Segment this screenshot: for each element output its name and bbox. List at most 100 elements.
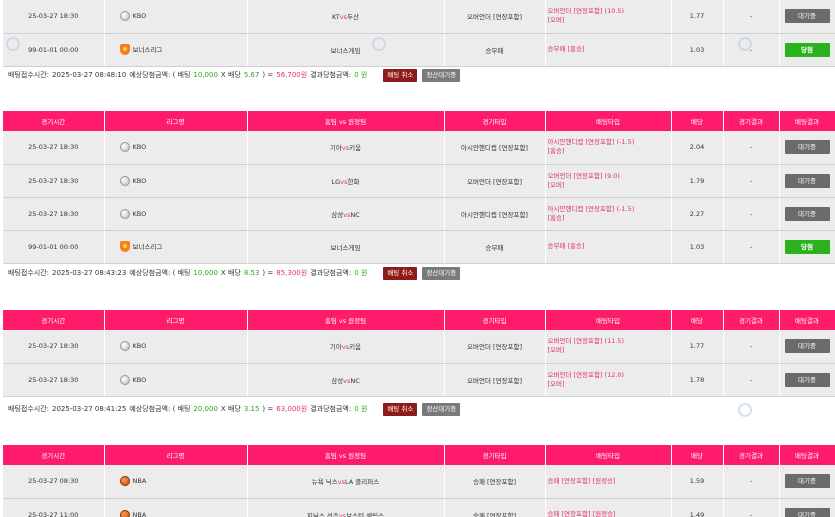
vs-label: vs (339, 13, 347, 22)
bet-slip-1-table: 25-03-27 18:30 KBO KTvs두산 오버언더 [연장포함] 오버언더 [… (3, 0, 835, 67)
total-odds-value: 8.53 (243, 269, 260, 277)
header-time: 경기시간 (3, 310, 105, 330)
league-name: KBO (104, 131, 248, 165)
bet-result-cell: 대기중 (779, 0, 835, 34)
header-row: 경기시간 리그명 홈팀 vs 원정팀 경기타입 배팅타입 배당 경기결과 배팅결과 (3, 310, 835, 330)
game-type: 오버언더 [연장포함] (444, 0, 546, 34)
header-bet-result: 배팅결과 (779, 310, 835, 330)
basketball-icon (119, 476, 130, 487)
header-game-type: 경기타입 (444, 445, 546, 465)
home-team: 삼성 (331, 376, 344, 385)
bet-type: 승패 [연장포함] [원정승] (545, 465, 672, 499)
header-odds: 배당 (671, 445, 724, 465)
expected-amount: 63,000원 (276, 405, 308, 413)
match-teams: KTvs두산 (247, 0, 445, 34)
header-time: 경기시간 (3, 111, 105, 131)
waiting-button[interactable]: 대기중 (784, 140, 830, 155)
x-label: X 배당 (220, 405, 241, 413)
match-teams: 보너스게임 (247, 230, 445, 264)
away-team: 한화 (347, 177, 360, 186)
x-label: X 배당 (220, 71, 241, 79)
waiting-button[interactable]: 대기중 (784, 9, 830, 24)
bet-time-label: 배팅접수시간: (8, 405, 49, 413)
stake-value: 20,000 (193, 405, 218, 413)
league-label: KBO (132, 143, 147, 152)
game-result: - (723, 164, 780, 198)
game-type: 아시안핸디캡 [연장포함] (444, 197, 546, 231)
home-team: 뉴욕 닉스 (311, 478, 338, 487)
settle-pending-button[interactable]: 정산대기중 (422, 402, 461, 416)
bet-result-cell: 대기중 (779, 465, 835, 499)
result-amount: 0 원 (354, 71, 368, 79)
header-time: 경기시간 (3, 445, 105, 465)
waiting-button[interactable]: 대기중 (784, 173, 830, 188)
match-teams: 삼성vsNC (247, 197, 445, 231)
game-time: 25-03-27 08:30 (3, 465, 105, 499)
watermark-icon (6, 37, 20, 51)
settle-pending-button[interactable]: 정산대기중 (422, 266, 461, 280)
away-team: NC (350, 376, 360, 385)
bet-type: 오버언더 [연장포함] (11.5) [오버] (545, 330, 672, 364)
game-type: 승무패 (444, 33, 546, 67)
bet-slip-1-summary: 배팅접수시간: 2025-03-27 08:48:10 예상당첨금액: ( 배팅 10… (8, 68, 461, 82)
game-type: 승패 [연장포함] (444, 465, 546, 499)
header-odds: 배당 (671, 111, 724, 131)
settle-pending-button[interactable]: 정산대기중 (422, 68, 461, 82)
odds: 1.77 (671, 0, 724, 34)
table-row: 25-03-27 18:30 KBO 삼성vsNC 오버언더 [연장포함] 오버언더 [… (3, 363, 835, 397)
league-label: KBO (132, 176, 147, 185)
table-row: 99-01-01 00:00 보너스리그 보너스게임 승무패 승무패 [홈승] 1.03-… (3, 33, 835, 67)
odds: 1.03 (671, 230, 724, 264)
header-league: 리그명 (104, 310, 248, 330)
watermark-icon (738, 37, 752, 51)
match-teams: 기아vs키움 (247, 131, 445, 165)
bet-type: 승무패 [홈승] (545, 230, 672, 264)
waiting-button[interactable]: 대기중 (784, 206, 830, 221)
cancel-bet-button[interactable]: 배팅 취소 (383, 402, 418, 416)
game-result: - (723, 330, 780, 364)
baseball-icon (119, 341, 130, 352)
bet-pick: [오버] (547, 346, 565, 355)
bet-result-cell: 대기중 (779, 498, 835, 517)
x-label: X 배당 (220, 269, 241, 277)
win-badge[interactable]: 당첨 (784, 239, 830, 254)
cancel-bet-button[interactable]: 배팅 취소 (383, 266, 418, 280)
table-row: 99-01-01 00:00 보너스리그 보너스게임 승무패 승무패 [홈승] 1.03-… (3, 230, 835, 264)
bet-slip-4-table: 경기시간 리그명 홈팀 vs 원정팀 경기타입 배팅타입 배당 경기결과 배팅결과 25-03… (3, 445, 835, 517)
watermark-icon (738, 403, 752, 417)
cancel-bet-button[interactable]: 배팅 취소 (383, 68, 418, 82)
waiting-button[interactable]: 대기중 (784, 372, 830, 387)
league-label: KBO (132, 342, 147, 351)
bet-pick: [오버] (547, 379, 565, 388)
waiting-button[interactable]: 대기중 (784, 339, 830, 354)
game-type: 오버언더 [연장포함] (444, 363, 546, 397)
away-team: LA 클리퍼스 (345, 478, 380, 487)
odds: 1.59 (671, 465, 724, 499)
header-match: 홈팀 vs 원정팀 (247, 445, 445, 465)
total-odds-value: 5.67 (243, 71, 260, 79)
bet-type: 아시안핸디캡 [연장포함] (-1.5) [홈승] (545, 131, 672, 165)
bet-type-line: 아시안핸디캡 [연장포함] (-1.5) (547, 138, 635, 147)
table-row: 25-03-27 18:30 KBO 기아vs키움 오버언더 [연장포함] 오버언더 [… (3, 330, 835, 364)
baseball-icon (119, 142, 130, 153)
bet-time-label: 배팅접수시간: (8, 269, 49, 277)
game-type: 아시안핸디캡 [연장포함] (444, 131, 546, 165)
baseball-icon (119, 208, 130, 219)
win-badge[interactable]: 당첨 (784, 42, 830, 57)
home-team: 피닉스 선즈 (306, 511, 339, 517)
bet-result-cell: 대기중 (779, 197, 835, 231)
game-result: - (723, 0, 780, 34)
header-bet-type: 배팅타입 (545, 310, 672, 330)
eq-label: ) = (262, 405, 274, 413)
stake-value: 10,000 (193, 71, 218, 79)
league-label: NBA (132, 477, 147, 486)
game-time: 25-03-27 18:30 (3, 164, 105, 198)
waiting-button[interactable]: 대기중 (784, 474, 830, 489)
bet-time-value: 2025-03-27 08:41:25 (52, 405, 127, 413)
match-teams: 뉴욕 닉스vsLA 클리퍼스 (247, 465, 445, 499)
waiting-button[interactable]: 대기중 (784, 507, 830, 517)
league-name: NBA (104, 465, 248, 499)
league-label: KBO (132, 209, 147, 218)
league-name: NBA (104, 498, 248, 517)
bet-slip-3-summary: 배팅접수시간: 2025-03-27 08:41:25 예상당첨금액: ( 배팅 20… (8, 402, 461, 416)
